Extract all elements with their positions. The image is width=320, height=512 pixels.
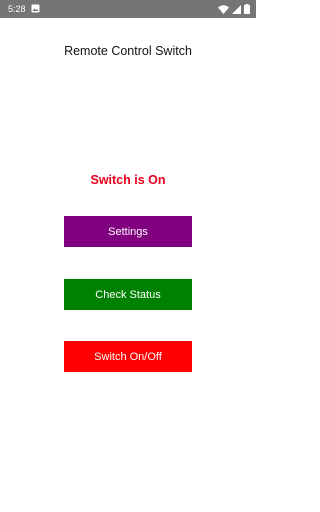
switch-state-text: Switch is On xyxy=(90,173,166,187)
signal-icon xyxy=(232,4,241,14)
check-status-button[interactable]: Check Status xyxy=(64,279,192,310)
app-title: Remote Control Switch xyxy=(64,44,192,58)
status-left: 5:28 xyxy=(8,0,40,18)
battery-icon xyxy=(244,4,250,14)
app-screen: 5:28 Remote Control Switch Switch is On … xyxy=(0,0,256,512)
status-right xyxy=(218,4,250,14)
status-time: 5:28 xyxy=(8,4,26,14)
switch-toggle-button[interactable]: Switch On/Off xyxy=(64,341,192,372)
wifi-icon xyxy=(218,4,229,14)
status-bar: 5:28 xyxy=(0,0,256,18)
settings-button[interactable]: Settings xyxy=(64,216,192,247)
image-notification-icon xyxy=(31,0,40,18)
